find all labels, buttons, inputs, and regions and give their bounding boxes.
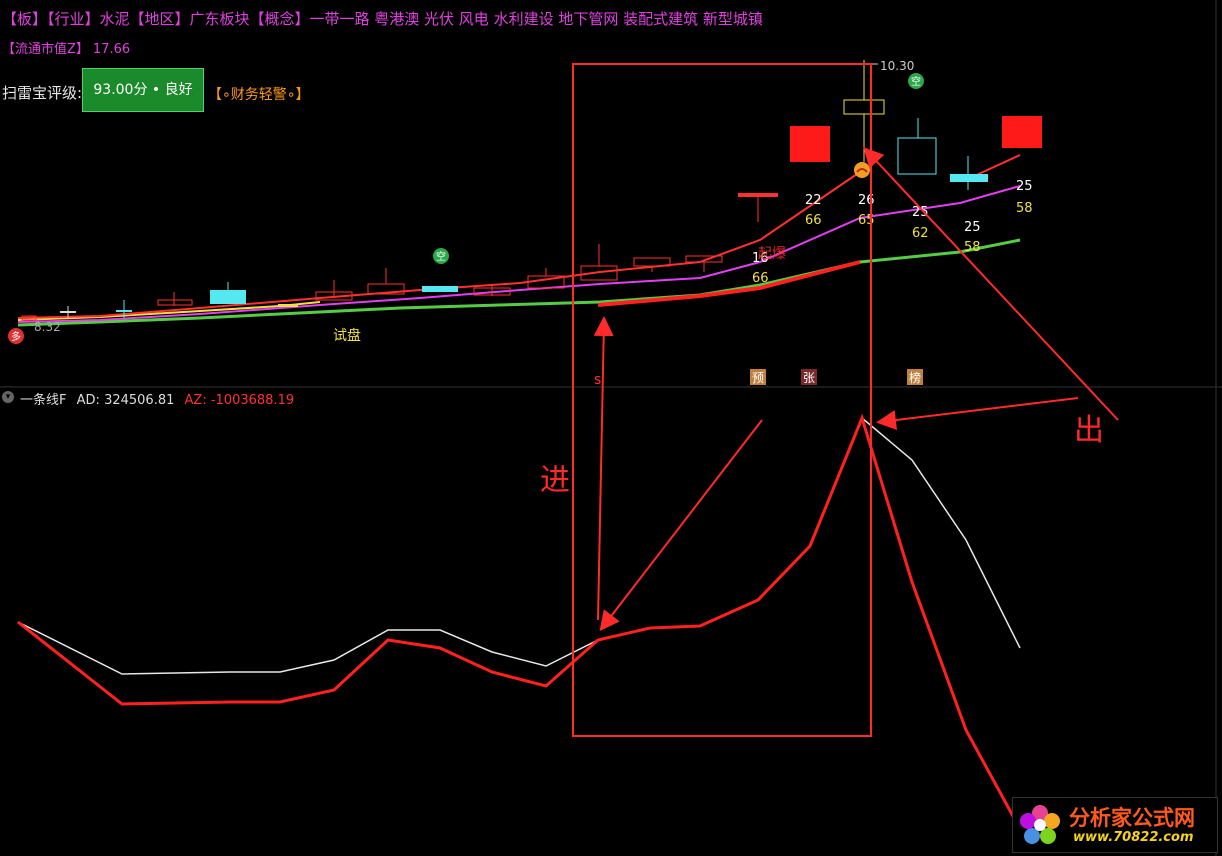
trial-label: 试盘 — [333, 327, 361, 344]
candle — [843, 99, 885, 115]
marker-pre: 预 — [752, 371, 764, 385]
enter-label: 进 — [540, 463, 570, 498]
ad-line — [17, 416, 1021, 675]
candle — [897, 137, 937, 175]
logo-title: 分析家公式网 — [1069, 806, 1195, 830]
marker-list: 榜 — [909, 370, 921, 385]
exit-arrow-price — [863, 147, 1119, 421]
indicator-title: 一条线F AD: 324506.81 AZ: -1003688.19 — [20, 389, 294, 408]
candle — [422, 286, 458, 292]
enter-arrow-down — [599, 419, 763, 632]
candle — [116, 310, 132, 312]
indicator-name: 一条线F — [20, 393, 67, 408]
collapse-icon[interactable]: ▾ — [2, 391, 14, 403]
candle — [278, 304, 298, 307]
long-badge-text: 多 — [11, 330, 21, 343]
exit-arrow-peak — [876, 397, 1079, 431]
candle — [157, 299, 193, 306]
candle — [1002, 116, 1042, 148]
ma-label-lower: 66 — [752, 271, 769, 286]
logo-url: www.70822.com — [1073, 830, 1194, 845]
ma-label-lower: 58 — [964, 240, 981, 255]
price-high-label: 10.30 — [880, 59, 914, 73]
ma-label-upper: 22 — [805, 193, 822, 208]
ma-label-upper: 25 — [1016, 179, 1033, 194]
ma-label-lower: 62 — [912, 226, 929, 241]
start-label: 起爆 — [758, 246, 786, 262]
marker-rise: 张 — [803, 371, 815, 385]
site-logo: 分析家公式网 www.70822.com — [1012, 797, 1218, 853]
short-badge-text: 空 — [436, 250, 446, 263]
exit-label: 出 — [1074, 413, 1104, 448]
candle — [210, 290, 246, 304]
enter-arrow-up — [593, 316, 614, 621]
short-badge-text: 空 — [911, 75, 921, 88]
chart-canvas: 8.32 10.30 16 66 22 66 26 65 25 62 25 58… — [0, 0, 1222, 856]
ma-label-upper: 26 — [858, 193, 875, 208]
candle — [60, 311, 76, 313]
ma-label-lower: 65 — [858, 213, 875, 228]
az-value: AZ: -1003688.19 — [184, 393, 295, 408]
az-line — [17, 413, 1016, 819]
price-low-label: 8.32 — [34, 320, 61, 334]
ma-label-upper: 25 — [964, 220, 981, 235]
candle — [950, 174, 988, 182]
marker-s: s — [594, 372, 601, 388]
candle — [738, 193, 778, 197]
ad-value: AD: 324506.81 — [76, 393, 175, 408]
candle — [790, 126, 830, 162]
ma-label-lower: 58 — [1016, 201, 1033, 216]
flower-logo-icon — [1020, 805, 1060, 844]
ma-label-lower: 66 — [805, 213, 822, 228]
